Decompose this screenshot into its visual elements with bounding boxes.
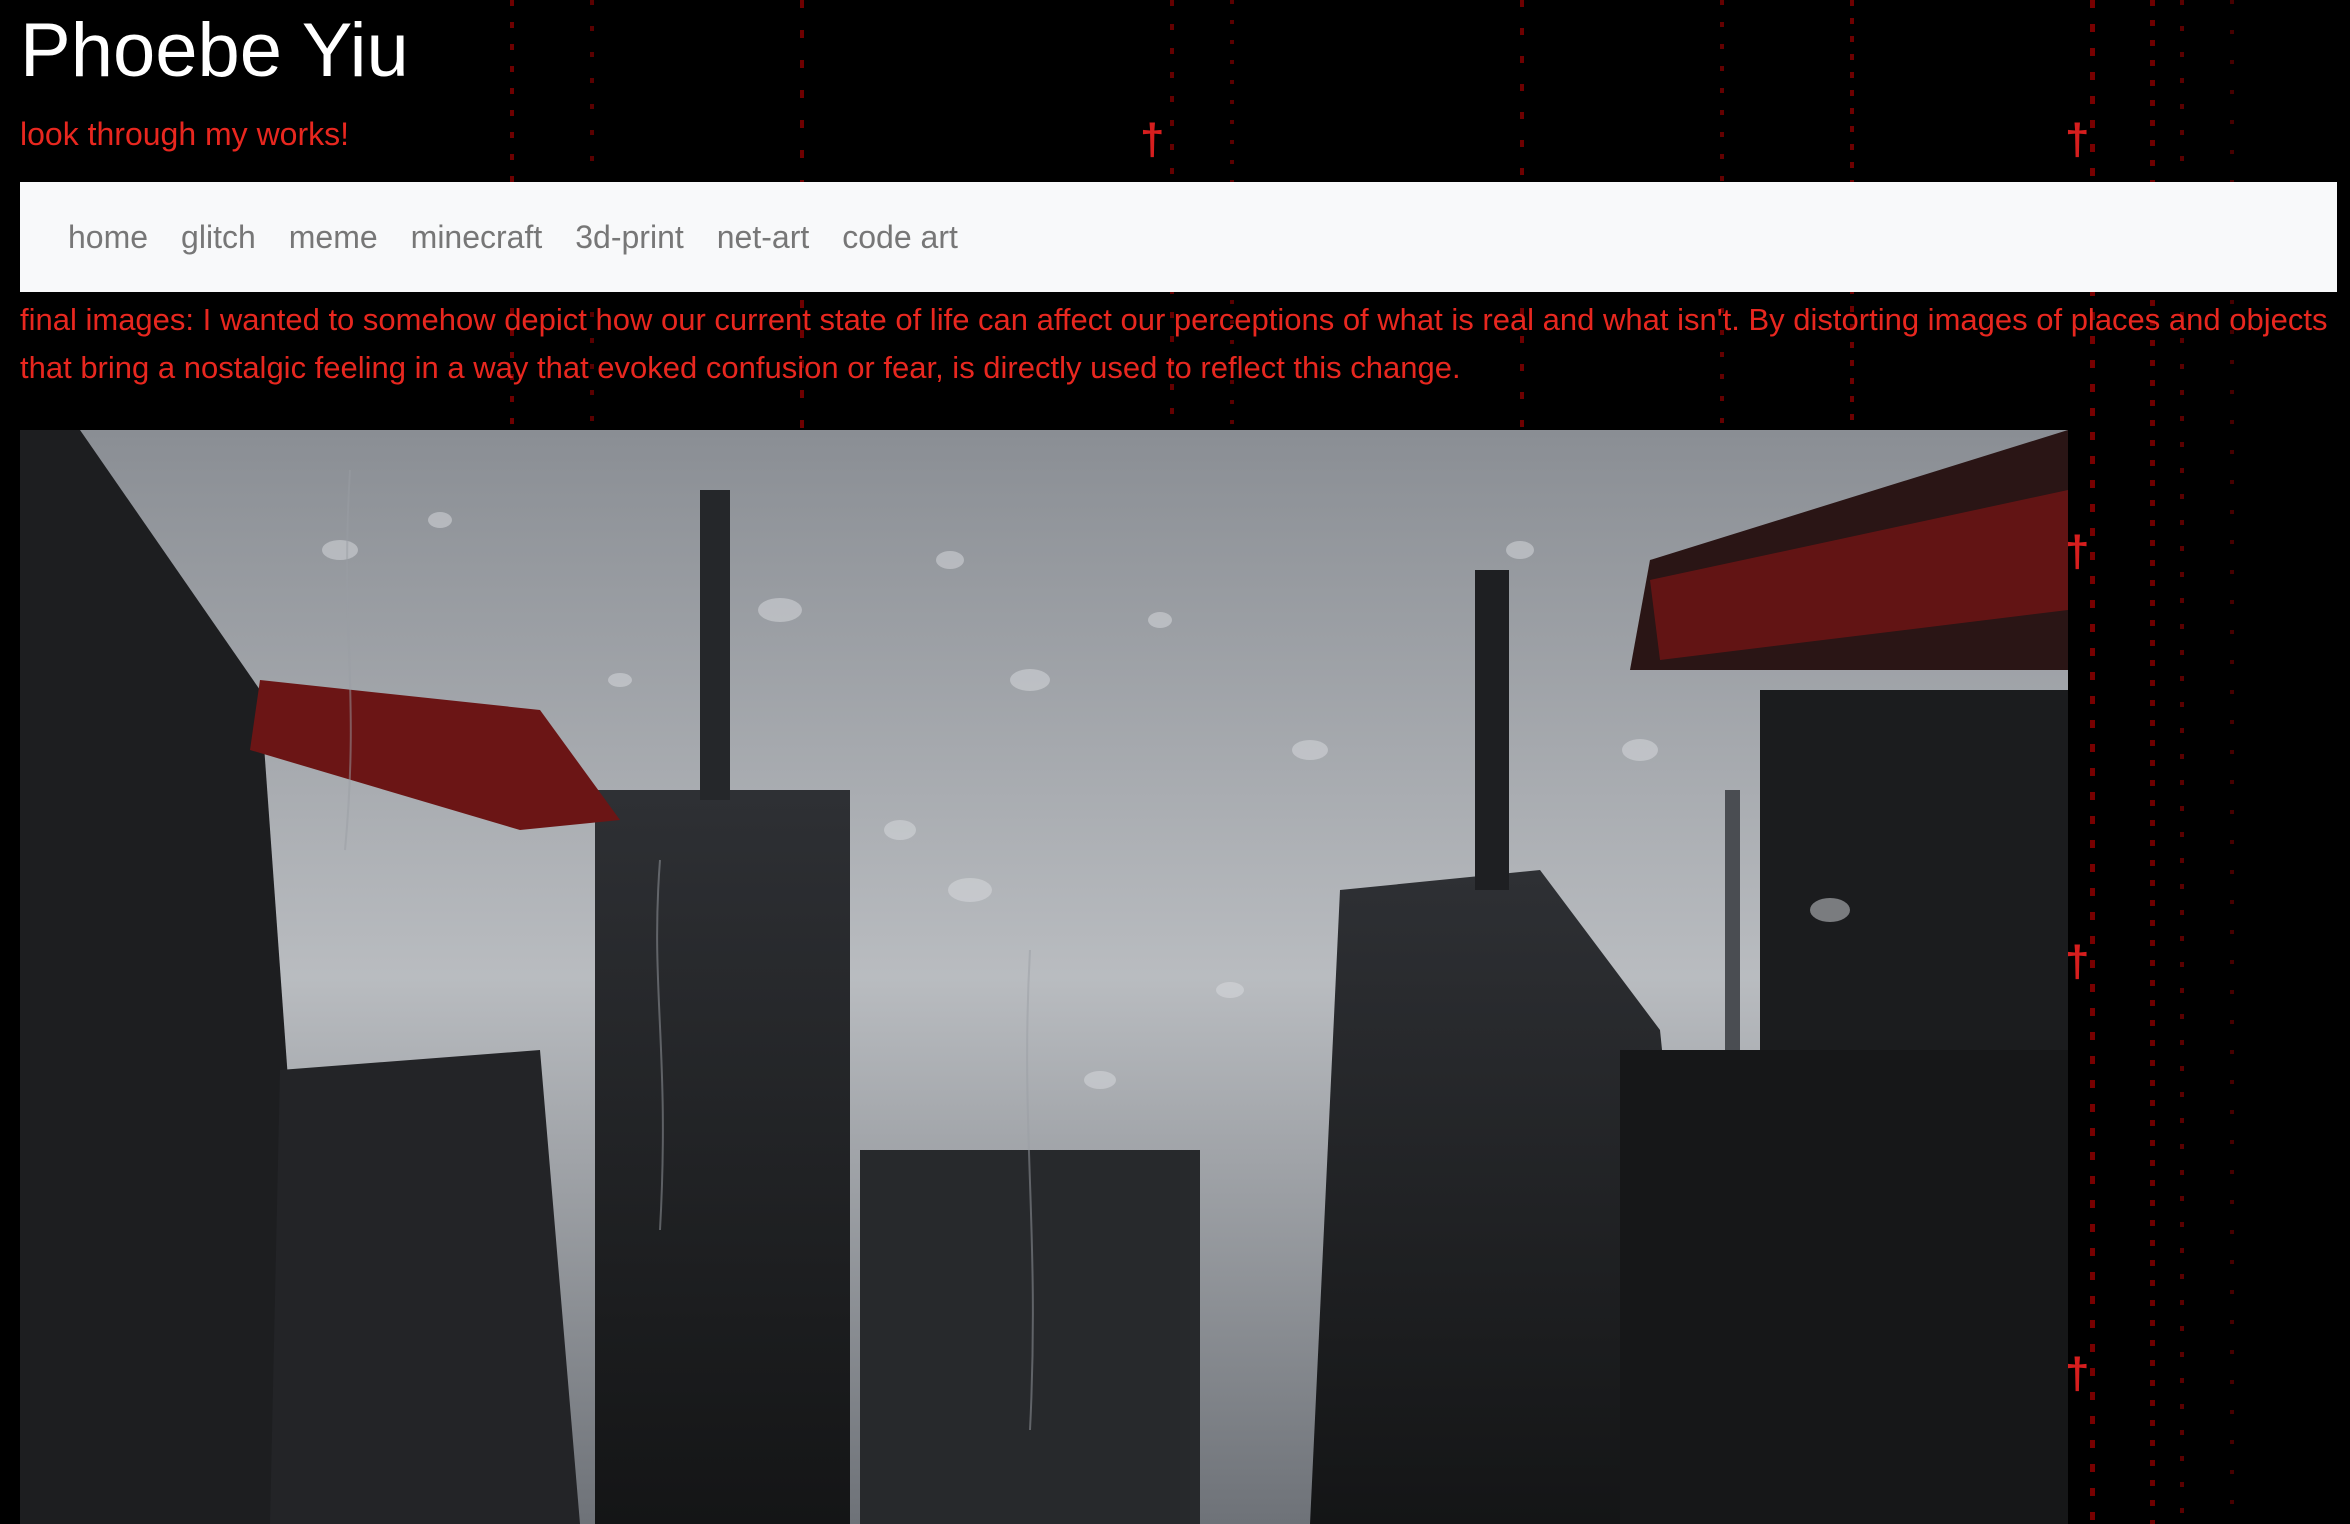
- site-tagline: look through my works!: [20, 116, 350, 152]
- cross-icon: †: [2065, 937, 2090, 986]
- cross-icon: †: [2065, 1349, 2090, 1398]
- nav-link-3d-print[interactable]: 3d-print: [575, 219, 684, 256]
- nav-link-glitch[interactable]: glitch: [181, 219, 256, 256]
- nav-link-home[interactable]: home: [68, 219, 148, 256]
- nav-link-net-art[interactable]: net-art: [717, 219, 809, 256]
- nav-link-minecraft[interactable]: minecraft: [411, 219, 543, 256]
- glitch-artwork-image: [20, 430, 2068, 1524]
- site-title: Phoebe Yiu: [20, 8, 409, 93]
- nav-link-code-art[interactable]: code art: [842, 219, 958, 256]
- project-description: final images: I wanted to somehow depict…: [20, 302, 2328, 385]
- navbar: home glitch meme minecraft 3d-print net-…: [20, 182, 2337, 292]
- cross-icon: †: [2065, 527, 2090, 576]
- nav-link-meme[interactable]: meme: [289, 219, 378, 256]
- main-content: Phoebe Yiu look through my works! home g…: [0, 0, 2350, 392]
- page: † † † † † Phoebe Yiu look through my wor…: [0, 0, 2350, 1524]
